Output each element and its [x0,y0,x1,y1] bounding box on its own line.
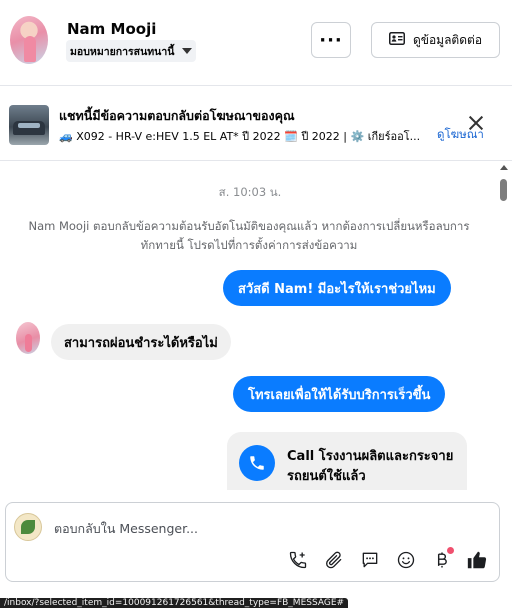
auto-reply-notice: Nam Mooji ตอบกลับข้อความต้อนรับอัตโนมัติ… [28,219,470,252]
ad-banner-title: แชทนี้มีข้อความตอบกลับต่อโฆษณาของคุณ [59,108,295,123]
assign-conversation-label: มอบหมายการสนทนานี้ [70,45,175,58]
ad-reply-banner: แชทนี้มีข้อความตอบกลับต่อโฆษณาของคุณ 🚙 X… [0,87,512,161]
call-button-card[interactable]: Call โรงงานผลิตและกระจายรถยนต์ใช้แล้ว [227,432,467,490]
message-timestamp: ส. 10:03 น. [218,185,282,199]
ad-banner-subtitle: 🚙 X092 - HR-V e:HEV 1.5 EL AT* ปี 2022 🗓… [59,130,421,143]
message-bubble-outgoing[interactable]: โทรเลยเพื่อให้ได้รับบริการเร็วขึ้น [233,376,446,412]
assign-conversation-dropdown[interactable]: มอบหมายการสนทนานี้ [66,40,197,62]
message-bubble-outgoing[interactable]: สวัสดี Nam! มีอะไรให้เราช่วยไหม [223,270,451,306]
browser-status-url: /inbox/?selected_item_id=100091261726561… [0,598,349,608]
reply-input[interactable] [54,518,454,538]
message-bubble-incoming[interactable]: สามารถผ่อนชำระได้หรือไม่ [51,324,231,360]
emoji-icon[interactable] [395,549,417,571]
view-contact-info-label: ดูข้อมูลติดต่อ [412,32,483,47]
sender-avatar[interactable] [16,322,40,354]
ad-thumbnail[interactable] [9,105,49,145]
phone-icon [239,445,275,481]
saved-reply-icon[interactable] [359,549,381,571]
scroll-thumb[interactable] [500,179,507,201]
thumbs-up-icon[interactable] [466,549,488,571]
contact-avatar[interactable] [10,16,48,64]
more-options-button[interactable]: ··· [311,22,351,58]
chat-scrollbar[interactable] [498,165,510,490]
page-avatar [14,513,42,541]
view-ad-link[interactable]: ดูโฆษณา [437,126,484,144]
message-composer [5,502,500,582]
view-contact-info-button[interactable]: ดูข้อมูลติดต่อ [371,22,500,58]
caret-down-icon [182,48,193,54]
contact-name[interactable]: Nam Mooji [67,20,156,38]
notification-dot [447,547,454,554]
message-thread: ส. 10:03 น. Nam Mooji ตอบกลับข้อความต้อน… [0,162,512,490]
conversation-header: Nam Mooji มอบหมายการสนทนานี้ ··· ดูข้อมู… [0,0,512,86]
phone-add-icon[interactable] [287,549,309,571]
contact-card-icon [388,32,405,48]
paperclip-icon[interactable] [323,549,345,571]
call-card-label: Call โรงงานผลิตและกระจายรถยนต์ใช้แล้ว [287,449,454,484]
scroll-up-arrow-icon[interactable] [500,165,508,170]
